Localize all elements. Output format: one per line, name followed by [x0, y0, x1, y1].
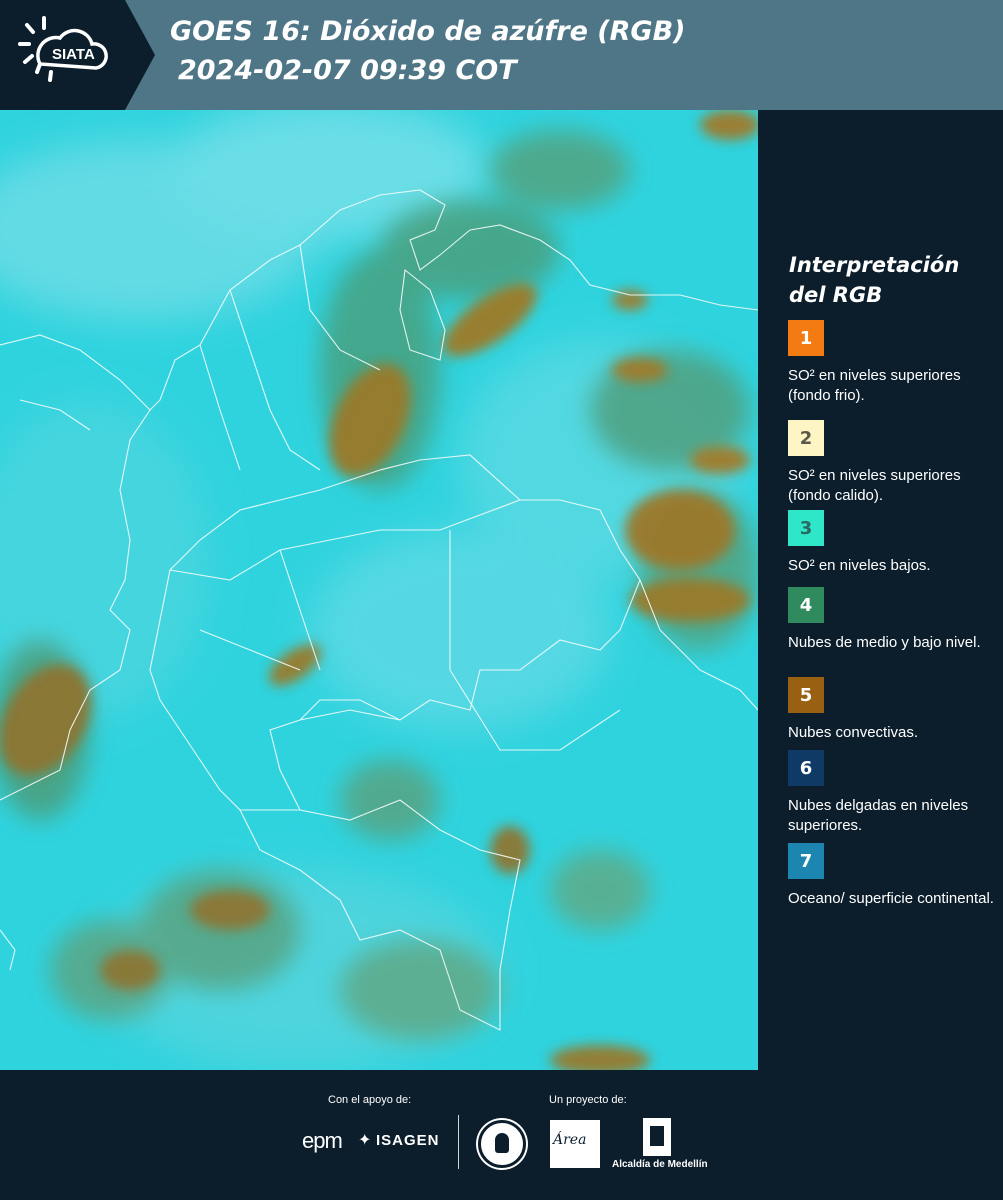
satellite-map [0, 110, 758, 1070]
legend-label: Nubes convectivas. [788, 724, 919, 741]
isagen-logo: ISAGEN [376, 1132, 440, 1149]
legend-label: SO² en niveles superiores (fondo calido)… [788, 467, 961, 504]
legend-title: Interpretación del RGB [789, 250, 989, 310]
legend-item-2: 2 SO² en niveles superiores (fondo calid… [788, 420, 998, 506]
legend-swatch: 3 [788, 510, 824, 546]
alcaldia-crest-icon [643, 1118, 671, 1156]
footer-divider [458, 1115, 459, 1169]
legend-label: Oceano/ superficie continental. [788, 890, 994, 907]
legend-label: SO² en niveles bajos. [788, 557, 931, 574]
isagen-star-icon: ✦ [358, 1132, 372, 1149]
legend-swatch: 1 [788, 320, 824, 356]
header: SIATA GOES 16: Dióxido de azúfre (RGB) 2… [0, 0, 1003, 110]
area-logo-text: Área [553, 1132, 587, 1148]
legend-label: Nubes delgadas en niveles superiores. [788, 797, 969, 834]
siata-logo: SIATA [0, 0, 155, 110]
alcaldia-label: Alcaldía de Medellín [612, 1159, 708, 1170]
legend-item-6: 6 Nubes delgadas en niveles superiores. [788, 750, 998, 836]
legend-swatch: 4 [788, 587, 824, 623]
legend-item-5: 5 Nubes convectivas. [788, 677, 998, 743]
logo-text: SIATA [52, 46, 95, 63]
legend-swatch: 6 [788, 750, 824, 786]
legend-swatch: 5 [788, 677, 824, 713]
map-image [0, 110, 758, 1070]
medellin-seal-icon [478, 1120, 526, 1168]
footer: Con el apoyo de: Un proyecto de: epm ✦ I… [0, 1070, 1003, 1200]
support-label: Con el apoyo de: [328, 1094, 412, 1106]
epm-logo: epm [302, 1128, 343, 1153]
legend-item-1: 1 SO² en niveles superiores (fondo frio)… [788, 320, 998, 406]
legend-title-line1: Interpretación [789, 253, 960, 277]
project-label: Un proyecto de: [549, 1094, 627, 1106]
legend-item-4: 4 Nubes de medio y bajo nivel. [788, 587, 998, 653]
legend-title-line2: del RGB [789, 283, 883, 307]
legend-item-3: 3 SO² en niveles bajos. [788, 510, 998, 576]
legend-label: SO² en niveles superiores (fondo frio). [788, 367, 961, 404]
page-title: GOES 16: Dióxido de azúfre (RGB) [170, 16, 686, 47]
legend-panel: Interpretación del RGB 1 SO² en niveles … [758, 110, 1003, 1070]
legend-swatch: 2 [788, 420, 824, 456]
timestamp: 2024-02-07 09:39 COT [178, 55, 517, 86]
legend-item-7: 7 Oceano/ superficie continental. [788, 843, 998, 909]
legend-label: Nubes de medio y bajo nivel. [788, 634, 981, 651]
legend-swatch: 7 [788, 843, 824, 879]
